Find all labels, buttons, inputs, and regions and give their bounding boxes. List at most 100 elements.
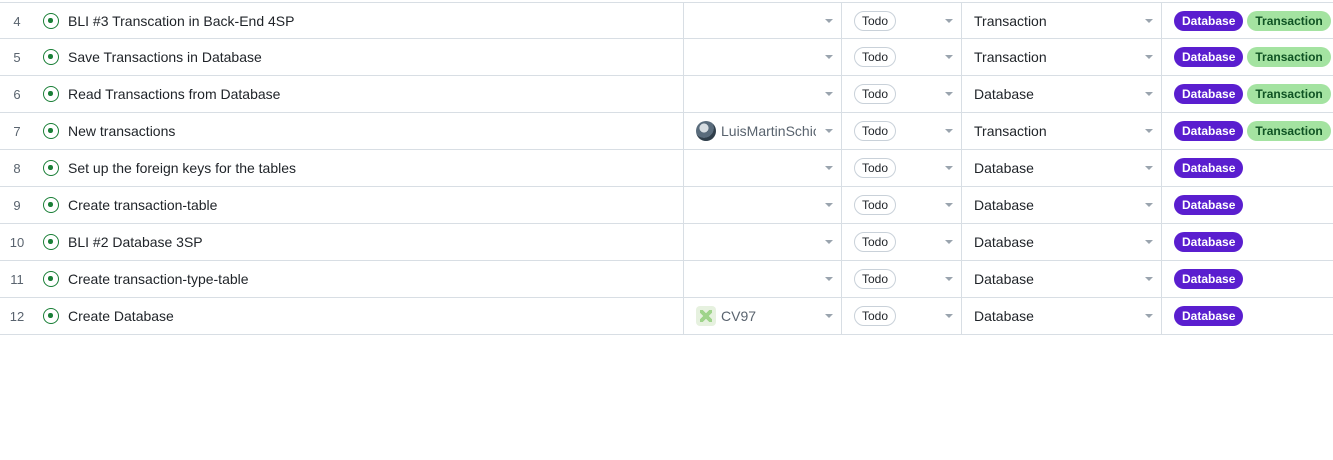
assignee-cell[interactable]: [683, 150, 841, 186]
table-row[interactable]: 12 Create Database CV97 Todo Database Databas…: [0, 298, 1333, 335]
status-cell[interactable]: Todo: [841, 150, 961, 186]
chevron-down-icon[interactable]: [825, 203, 833, 207]
status-cell[interactable]: Todo: [841, 76, 961, 112]
issue-title-cell[interactable]: Create transaction-table: [32, 187, 682, 223]
label-transaction[interactable]: Transaction: [1247, 47, 1331, 67]
status-cell[interactable]: Todo: [841, 298, 961, 334]
chevron-down-icon[interactable]: [1145, 314, 1153, 318]
issue-title[interactable]: Create Database: [68, 308, 174, 324]
chevron-down-icon[interactable]: [945, 166, 953, 170]
labels-cell[interactable]: Database Transaction: [1161, 39, 1333, 75]
chevron-down-icon[interactable]: [825, 277, 833, 281]
issue-title[interactable]: Set up the foreign keys for the tables: [68, 160, 296, 176]
assignee-cell[interactable]: [683, 187, 841, 223]
label-database[interactable]: Database: [1174, 121, 1244, 141]
issue-title-cell[interactable]: Read Transactions from Database: [32, 76, 682, 112]
status-cell[interactable]: Todo: [841, 39, 961, 75]
issue-title[interactable]: Save Transactions in Database: [68, 49, 262, 65]
chevron-down-icon[interactable]: [825, 314, 833, 318]
assignee-cell[interactable]: [683, 39, 841, 75]
type-cell[interactable]: Transaction: [961, 113, 1161, 149]
labels-cell[interactable]: Database Transaction: [1161, 113, 1333, 149]
label-database[interactable]: Database: [1174, 195, 1244, 215]
labels-cell[interactable]: Database Transaction: [1161, 76, 1333, 112]
chevron-down-icon[interactable]: [945, 129, 953, 133]
chevron-down-icon[interactable]: [1145, 55, 1153, 59]
issue-title[interactable]: Read Transactions from Database: [68, 86, 280, 102]
label-database[interactable]: Database: [1174, 47, 1244, 67]
issue-title-cell[interactable]: Create Database: [32, 298, 682, 334]
labels-cell[interactable]: Database: [1161, 150, 1333, 186]
chevron-down-icon[interactable]: [945, 55, 953, 59]
table-row[interactable]: 8 Set up the foreign keys for the tables T…: [0, 150, 1333, 187]
issue-title-cell[interactable]: Create transaction-type-table: [32, 261, 682, 297]
status-cell[interactable]: Todo: [841, 113, 961, 149]
issue-title-cell[interactable]: New transactions: [32, 113, 682, 149]
status-cell[interactable]: Todo: [841, 3, 961, 39]
issue-title-cell[interactable]: Set up the foreign keys for the tables: [32, 150, 682, 186]
chevron-down-icon[interactable]: [1145, 19, 1153, 23]
label-database[interactable]: Database: [1174, 306, 1244, 326]
issue-title[interactable]: Create transaction-type-table: [68, 271, 249, 287]
labels-cell[interactable]: Database: [1161, 224, 1333, 260]
assignee-cell[interactable]: [683, 3, 841, 39]
type-cell[interactable]: Database: [961, 298, 1161, 334]
chevron-down-icon[interactable]: [825, 19, 833, 23]
table-row[interactable]: 7 New transactions LuisMartinSchic Todo Tran…: [0, 113, 1333, 150]
issue-title[interactable]: New transactions: [68, 123, 175, 139]
chevron-down-icon[interactable]: [945, 203, 953, 207]
issue-title[interactable]: BLI #3 Transcation in Back-End 4SP: [68, 13, 294, 29]
assignee-cell[interactable]: [683, 76, 841, 112]
labels-cell[interactable]: Database: [1161, 187, 1333, 223]
chevron-down-icon[interactable]: [1145, 277, 1153, 281]
status-cell[interactable]: Todo: [841, 187, 961, 223]
labels-cell[interactable]: Database: [1161, 261, 1333, 297]
chevron-down-icon[interactable]: [945, 92, 953, 96]
status-cell[interactable]: Todo: [841, 261, 961, 297]
issue-title-cell[interactable]: Save Transactions in Database: [32, 39, 682, 75]
chevron-down-icon[interactable]: [1145, 203, 1153, 207]
label-transaction[interactable]: Transaction: [1247, 11, 1331, 31]
label-database[interactable]: Database: [1174, 84, 1244, 104]
issue-title[interactable]: BLI #2 Database 3SP: [68, 234, 203, 250]
table-row[interactable]: 5 Save Transactions in Database Todo Transa…: [0, 39, 1333, 76]
chevron-down-icon[interactable]: [825, 129, 833, 133]
type-cell[interactable]: Transaction: [961, 3, 1161, 39]
label-transaction[interactable]: Transaction: [1247, 84, 1331, 104]
table-row[interactable]: 6 Read Transactions from Database Todo Data…: [0, 76, 1333, 113]
issue-title-cell[interactable]: BLI #3 Transcation in Back-End 4SP: [32, 3, 682, 39]
chevron-down-icon[interactable]: [945, 19, 953, 23]
assignee-cell[interactable]: LuisMartinSchic: [683, 113, 841, 149]
chevron-down-icon[interactable]: [945, 277, 953, 281]
issue-title-cell[interactable]: BLI #2 Database 3SP: [32, 224, 682, 260]
chevron-down-icon[interactable]: [945, 314, 953, 318]
label-transaction[interactable]: Transaction: [1247, 121, 1331, 141]
table-row[interactable]: 10 BLI #2 Database 3SP Todo Database Databas…: [0, 224, 1333, 261]
table-row[interactable]: 9 Create transaction-table Todo Database Dat…: [0, 187, 1333, 224]
type-cell[interactable]: Database: [961, 224, 1161, 260]
chevron-down-icon[interactable]: [1145, 129, 1153, 133]
status-cell[interactable]: Todo: [841, 224, 961, 260]
chevron-down-icon[interactable]: [1145, 92, 1153, 96]
chevron-down-icon[interactable]: [825, 92, 833, 96]
type-cell[interactable]: Database: [961, 261, 1161, 297]
table-row[interactable]: 11 Create transaction-type-table Todo Datab…: [0, 261, 1333, 298]
type-cell[interactable]: Database: [961, 187, 1161, 223]
chevron-down-icon[interactable]: [1145, 240, 1153, 244]
type-cell[interactable]: Database: [961, 150, 1161, 186]
table-row[interactable]: 4 BLI #3 Transcation in Back-End 4SP Todo T…: [0, 2, 1333, 39]
type-cell[interactable]: Database: [961, 76, 1161, 112]
issue-title[interactable]: Create transaction-table: [68, 197, 217, 213]
assignee-cell[interactable]: [683, 224, 841, 260]
label-database[interactable]: Database: [1174, 11, 1244, 31]
labels-cell[interactable]: Database: [1161, 298, 1333, 334]
label-database[interactable]: Database: [1174, 158, 1244, 178]
assignee-cell[interactable]: CV97: [683, 298, 841, 334]
chevron-down-icon[interactable]: [825, 240, 833, 244]
chevron-down-icon[interactable]: [825, 166, 833, 170]
assignee-cell[interactable]: [683, 261, 841, 297]
chevron-down-icon[interactable]: [825, 55, 833, 59]
chevron-down-icon[interactable]: [945, 240, 953, 244]
label-database[interactable]: Database: [1174, 269, 1244, 289]
label-database[interactable]: Database: [1174, 232, 1244, 252]
